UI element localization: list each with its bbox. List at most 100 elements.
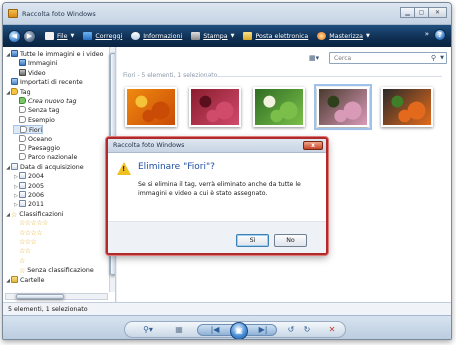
- sidebar-item-label: Esempio: [28, 116, 55, 124]
- sidebar-item[interactable]: Crea nuovo tag: [13, 97, 76, 106]
- thumb-pink-flowers[interactable]: [314, 84, 372, 130]
- previous-button[interactable]: |◀: [208, 324, 222, 336]
- rating-stars-icon: ☆☆: [19, 247, 31, 256]
- sidebar-item[interactable]: ▷ 2011: [13, 200, 44, 209]
- search-input[interactable]: Cerca: [334, 55, 351, 62]
- next-button[interactable]: ▶|: [256, 324, 270, 336]
- minimize-button[interactable]: ▁: [400, 7, 415, 18]
- controls-pill: ⚲▾ ▦ |◀ ▣ ▶| ↺ ↻ ✕: [124, 321, 346, 339]
- window-title: Raccolta foto Windows: [22, 10, 96, 18]
- yes-button[interactable]: Sì: [236, 234, 269, 247]
- sidebar-item-label: Senza tag: [28, 107, 60, 115]
- navigation-horizontal-scrollbar[interactable]: [5, 293, 108, 300]
- sidebar-item-label: Parco nazionale: [28, 154, 78, 162]
- toolbar-item-label: Informazioni: [143, 32, 183, 40]
- sidebar-item[interactable]: ◢ Tag: [5, 87, 31, 97]
- sidebar-item[interactable]: ☆: [13, 257, 25, 266]
- chevron-down-icon: ▼: [366, 33, 370, 39]
- dialog-footer: Sì No: [108, 221, 326, 253]
- zoom-button[interactable]: ⚲▾: [139, 324, 157, 336]
- sidebar-item-label: 2004: [28, 173, 45, 181]
- sidebar-item-label: Paesaggio: [28, 145, 60, 152]
- dialog-title-bar[interactable]: Raccolta foto Windows x: [108, 139, 326, 153]
- command-toolbar: ◀ ▶ File ▼ Correggi Informazioni Stampa ▼ Post…: [3, 25, 451, 47]
- tag-icon: [11, 87, 18, 95]
- scrollbar-thumb[interactable]: [16, 294, 64, 299]
- sidebar-item[interactable]: ☆☆☆: [13, 238, 37, 247]
- sidebar-item[interactable]: Importati di recente: [5, 78, 83, 87]
- cal-icon: [19, 172, 26, 180]
- toolbar-file-button[interactable]: File ▼: [45, 32, 74, 40]
- sidebar-item[interactable]: ◢ Tutte le immagini e i video: [5, 50, 104, 59]
- rating-stars-icon: ☆☆☆☆: [19, 228, 43, 237]
- burn-icon: [317, 32, 327, 40]
- maximize-button[interactable]: ▢: [414, 7, 429, 18]
- app-icon: [8, 9, 18, 18]
- delete-button[interactable]: ✕: [326, 324, 338, 336]
- view-size-button[interactable]: ▦▾: [309, 53, 325, 63]
- actual-size-button[interactable]: ▦: [174, 324, 184, 336]
- thumb-video-flower[interactable]: [381, 87, 433, 127]
- sidebar-item-label: Data di acquisizione: [20, 163, 84, 171]
- sidebar-item[interactable]: Fiori: [13, 125, 44, 135]
- search-box[interactable]: Cerca ⚲ ▼: [329, 52, 447, 64]
- folder-icon: [11, 275, 18, 283]
- sidebar-item[interactable]: ▷ 2005: [13, 181, 44, 191]
- sidebar-item[interactable]: Parco nazionale: [13, 153, 77, 162]
- dialog-body: ! Eliminare "Fiori"? Se si elimina il ta…: [108, 153, 326, 221]
- forward-button[interactable]: ▶: [23, 29, 36, 43]
- toolbar-masterizza-button[interactable]: Masterizza ▼: [317, 32, 370, 40]
- thumbnail-grid: [125, 84, 445, 135]
- sidebar-item[interactable]: ◢ Cartelle: [5, 275, 45, 285]
- rotate-right-button[interactable]: ↻: [301, 324, 313, 336]
- status-bar: 5 elementi, 1 selezionato: [3, 302, 451, 315]
- sidebar-item[interactable]: Esempio: [13, 115, 55, 125]
- title-bar[interactable]: Raccolta foto Windows ▁ ▢ ✕: [3, 3, 451, 25]
- sidebar-item-label: Classificazioni: [19, 210, 64, 218]
- toolbar-correggi-button[interactable]: Correggi: [83, 32, 122, 40]
- rotate-left-button[interactable]: ↺: [285, 324, 297, 336]
- dialog-close-button[interactable]: x: [303, 141, 323, 150]
- toolbar-informazioni-button[interactable]: Informazioni: [131, 32, 182, 40]
- search-icon[interactable]: ⚲: [431, 54, 436, 62]
- sidebar-item[interactable]: ◢☆ Classificazioni: [5, 210, 64, 219]
- caption-buttons: ▁ ▢ ✕: [400, 7, 447, 18]
- tag-empty-icon: [19, 134, 26, 142]
- sidebar-item[interactable]: ☆☆☆☆: [13, 228, 43, 238]
- sidebar-item[interactable]: ☆ Senza classificazione: [13, 266, 94, 275]
- slideshow-button[interactable]: ▣: [230, 322, 248, 339]
- sidebar-item[interactable]: Senza tag: [13, 106, 59, 115]
- sidebar-item[interactable]: ▷ 2006: [13, 191, 44, 200]
- toolbar-item-label: Stampa: [203, 32, 228, 40]
- toolbar-stampa-button[interactable]: Stampa ▼: [191, 32, 234, 40]
- sidebar-item[interactable]: ◢ Data di acquisizione: [5, 162, 84, 172]
- help-button[interactable]: ?: [434, 29, 446, 41]
- thumb-green-flower[interactable]: [253, 87, 305, 127]
- sidebar-item[interactable]: Oceano: [13, 134, 52, 144]
- close-window-button[interactable]: ✕: [428, 7, 447, 18]
- sidebar-item-label: Fiori: [29, 127, 43, 135]
- delete-tag-dialog: Raccolta foto Windows x ! Eliminare "Fio…: [106, 137, 328, 255]
- toolbar-item-label: Posta elettronica: [255, 32, 309, 40]
- toolbar-more-button[interactable]: »: [425, 30, 429, 38]
- mail-icon: [243, 32, 253, 40]
- sidebar-item[interactable]: ☆☆: [13, 247, 31, 256]
- thumb-red-flowers[interactable]: [189, 87, 241, 127]
- thumb-orange-flowers[interactable]: [125, 87, 177, 127]
- no-button[interactable]: No: [274, 234, 307, 247]
- sidebar-item[interactable]: Video: [13, 68, 46, 78]
- toolbar-posta-elettronica-button[interactable]: Posta elettronica: [243, 32, 308, 40]
- back-button[interactable]: ◀: [8, 29, 21, 43]
- sidebar-item[interactable]: ▷ 2004: [13, 172, 44, 181]
- sidebar-item-label: Oceano: [28, 135, 52, 143]
- photo-icon: [11, 50, 18, 57]
- group-divider: [202, 76, 442, 77]
- sidebar-item-label: Senza classificazione: [27, 267, 94, 275]
- sidebar-item[interactable]: Paesaggio: [13, 144, 60, 153]
- sidebar-item[interactable]: Immagini: [13, 59, 57, 68]
- chevron-down-icon[interactable]: ▼: [440, 55, 444, 61]
- navigation-pane: ◢ Tutte le immagini e i video Immagini Vide…: [3, 47, 116, 302]
- sidebar-item[interactable]: ☆☆☆☆☆: [13, 219, 48, 228]
- tag-new-icon: [19, 97, 26, 104]
- dialog-message: Se si elimina il tag, verrà eliminato an…: [138, 181, 301, 197]
